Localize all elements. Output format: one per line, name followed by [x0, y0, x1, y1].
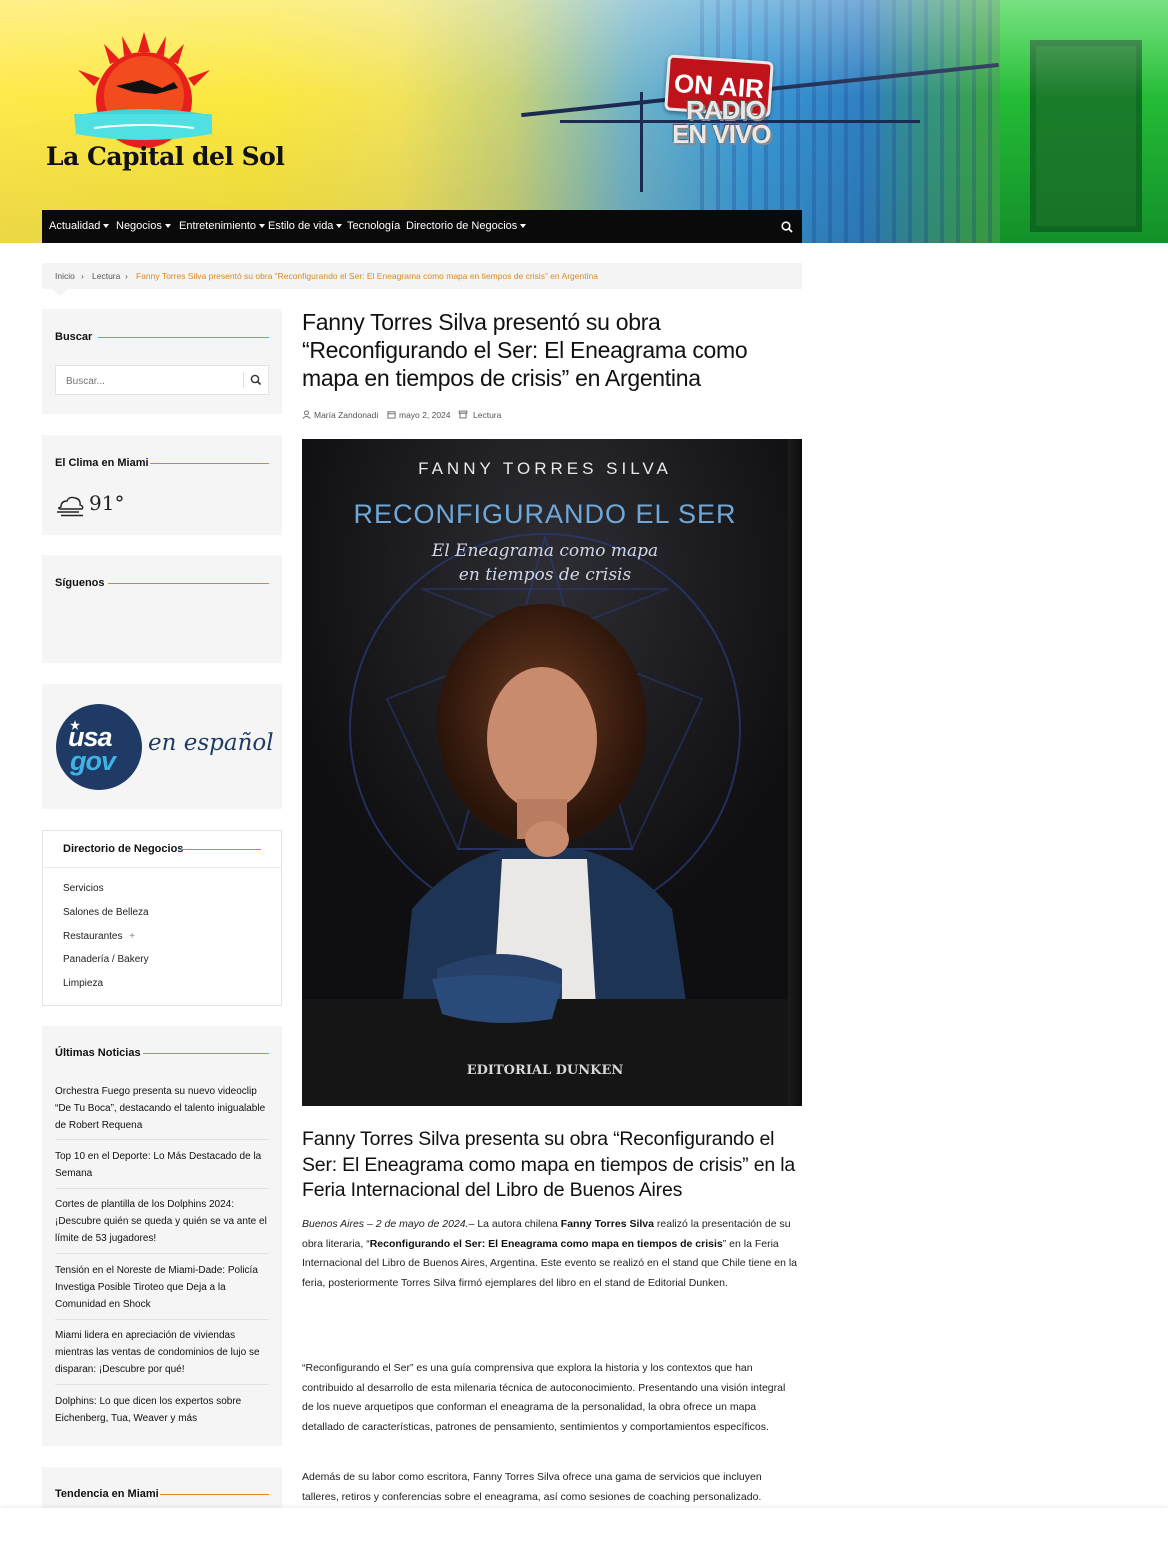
divider [243, 372, 244, 388]
cloud-fog-icon [57, 496, 84, 517]
widget-title: Tendencia en Miami [55, 1488, 159, 1500]
expand-icon[interactable]: + [129, 931, 135, 942]
article-author[interactable]: María Zandonadi [314, 410, 378, 420]
divider [55, 1253, 269, 1254]
breadcrumb-current: Fanny Torres Silva presentó su obra “Rec… [136, 271, 598, 281]
book-cover-image: FANNY TORRES SILVA RECONFIGURANDO EL SER… [302, 439, 802, 1106]
news-item[interactable]: Cortes de plantilla de los Dolphins 2024… [55, 1196, 269, 1247]
weather-widget: El Clima en Miami 91° [42, 435, 282, 535]
radio-envivo-label: RADIO EN VIVO [672, 95, 771, 149]
cover-edge [788, 439, 802, 1106]
breadcrumb-home[interactable]: Inicio [55, 263, 75, 289]
widget-header: Directorio de Negocios [43, 831, 281, 868]
divider [55, 1139, 269, 1140]
follow-widget: Síguenos [42, 555, 282, 663]
temperature: 91° [89, 491, 125, 515]
directory-link-restaurantes[interactable]: Restaurantes + [63, 931, 135, 942]
latest-news-widget: Últimas Noticias Orchestra Fuego present… [42, 1026, 282, 1446]
chevron-right-icon: › [81, 271, 84, 281]
widget-title: Directorio de Negocios [63, 843, 184, 855]
usagov-gov: gov [70, 746, 116, 776]
directory-link-salones[interactable]: Salones de Belleza [63, 907, 149, 918]
directory-widget: Directorio de Negocios Servicios Salones… [42, 830, 282, 1006]
title-divider [98, 337, 269, 338]
user-icon [302, 410, 311, 419]
breadcrumb-pointer [52, 289, 68, 296]
article-title: Fanny Torres Silva presentó su obra “Rec… [302, 309, 748, 391]
search-icon[interactable] [249, 373, 263, 387]
directory-link-panaderia[interactable]: Panadería / Bakery [63, 954, 149, 965]
article-category[interactable]: Lectura [473, 410, 501, 420]
news-item[interactable]: Top 10 en el Deporte: Lo Más Destacado d… [55, 1148, 269, 1182]
widget-title: El Clima en Miami [55, 457, 149, 469]
title-divider [181, 849, 261, 850]
search-input[interactable] [64, 366, 238, 396]
nav-item-negocios[interactable]: Negocios [116, 210, 171, 243]
caret-down-icon [259, 224, 266, 229]
caret-down-icon [336, 224, 343, 229]
widget-title: Buscar [55, 331, 93, 343]
usagov-widget: usa gov en español [42, 684, 282, 809]
usagov-tagline: en español [148, 730, 274, 756]
title-divider [150, 463, 269, 464]
breadcrumb: Inicio › Lectura › Fanny Torres Silva pr… [42, 263, 802, 289]
title-divider [108, 583, 269, 584]
site-header: La Capital del Sol ON AIR RADIO EN VIVO [0, 0, 1168, 243]
nav-item-actualidad[interactable]: Actualidad [49, 210, 110, 243]
article-paragraph: Además de su labor como escritora, Fanny… [302, 1471, 762, 1503]
search-field [55, 365, 269, 396]
nav-item-estilo-de-vida[interactable]: Estilo de vida [268, 210, 343, 243]
divider [55, 1319, 269, 1320]
book-cover-art [302, 439, 802, 1106]
article-date[interactable]: mayo 2, 2024 [399, 410, 451, 420]
directory-link-servicios[interactable]: Servicios [63, 883, 104, 894]
calendar-icon [387, 411, 396, 419]
cover-subtitle: en tiempos de crisis [458, 565, 632, 585]
news-item[interactable]: Miami lidera en apreciación de viviendas… [55, 1327, 269, 1378]
bottom-bar [0, 1508, 1168, 1556]
nav-item-directorio[interactable]: Directorio de Negocios [406, 210, 527, 243]
divider [55, 1188, 269, 1189]
cover-author: FANNY TORRES SILVA [418, 459, 672, 478]
breadcrumb-category[interactable]: Lectura [92, 263, 120, 289]
radio-live-badge[interactable]: ON AIR RADIO EN VIVO [660, 54, 790, 158]
article-paragraph: “Reconfigurando el Ser” es una guía comp… [302, 1362, 786, 1433]
caret-down-icon [103, 224, 110, 229]
chevron-right-icon: › [125, 271, 128, 281]
cover-subtitle: El Eneagrama como mapa [431, 541, 659, 561]
widget-title: Últimas Noticias [55, 1047, 141, 1059]
title-divider [160, 1494, 269, 1495]
nav-item-tecnologia[interactable]: Tecnología [347, 210, 400, 243]
caret-down-icon [164, 224, 171, 229]
site-title[interactable]: La Capital del Sol [46, 142, 285, 171]
cover-title: RECONFIGURANDO EL SER [353, 499, 737, 529]
title-divider [143, 1053, 269, 1054]
news-item[interactable]: Orchestra Fuego presenta su nuevo videoc… [55, 1083, 269, 1134]
nav-item-entretenimiento[interactable]: Entretenimiento [179, 210, 266, 243]
usagov-banner[interactable]: usa gov en español [56, 704, 276, 790]
article-paragraph: Buenos Aires – 2 de mayo de 2024.– La au… [302, 1218, 797, 1289]
main-nav: Actualidad Negocios Entretenimiento Esti… [42, 210, 802, 243]
caret-down-icon [520, 224, 527, 229]
divider [55, 1384, 269, 1385]
directory-link-limpieza[interactable]: Limpieza [63, 978, 103, 989]
news-item[interactable]: Tensión en el Noreste de Miami-Dade: Pol… [55, 1262, 269, 1313]
search-icon[interactable] [780, 220, 794, 234]
archive-icon [458, 410, 468, 419]
widget-title: Síguenos [55, 577, 105, 589]
article-subheading: Fanny Torres Silva presenta su obra “Rec… [302, 1128, 795, 1201]
search-widget: Buscar [42, 309, 282, 414]
news-item[interactable]: Dolphins: Lo que dicen los expertos sobr… [55, 1393, 269, 1427]
cover-publisher: EDITORIAL DUNKEN [466, 1063, 624, 1078]
